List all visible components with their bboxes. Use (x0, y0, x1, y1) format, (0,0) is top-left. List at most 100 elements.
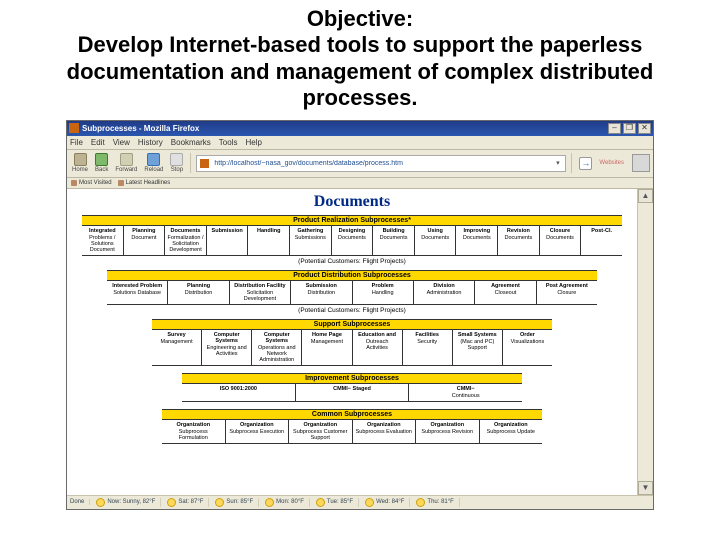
process-cell[interactable]: ISO 9001:2000 (182, 384, 296, 401)
cell-subtitle: Subprocess Formulation (164, 429, 223, 441)
cell-subtitle: Solicitation Development (232, 290, 288, 302)
cell-subtitle: Administration (416, 290, 472, 296)
menu-view[interactable]: View (113, 138, 130, 147)
menu-file[interactable]: File (70, 138, 83, 147)
weather-segment: Sun: 85°F (215, 498, 259, 507)
process-cell[interactable]: Post-Cl. (581, 226, 622, 255)
process-cell[interactable]: Submission (207, 226, 249, 255)
nav-stop-button[interactable]: Stop (168, 152, 185, 174)
menu-history[interactable]: History (138, 138, 163, 147)
sun-icon (416, 498, 425, 507)
section-header: Product Distribution Subprocesses (107, 271, 597, 281)
scroll-up-button[interactable]: ▲ (638, 189, 653, 203)
process-cell[interactable]: Interested ProblemSolutions Database (107, 281, 168, 304)
process-cell[interactable]: OrganizationSubprocess Update (480, 420, 543, 443)
process-cell[interactable]: OrderVisualizations (503, 330, 552, 365)
cell-title: Improving (458, 228, 495, 234)
cell-title: Planning (170, 283, 226, 289)
menu-help[interactable]: Help (245, 138, 261, 147)
menu-bookmarks[interactable]: Bookmarks (171, 138, 211, 147)
cell-title: ISO 9001:2000 (184, 386, 293, 392)
cell-subtitle: Management (154, 339, 199, 345)
process-cell[interactable]: FacilitiesSecurity (403, 330, 453, 365)
back-icon (95, 153, 108, 166)
process-cell[interactable]: DivisionAdministration (414, 281, 475, 304)
process-cell[interactable]: Handling (248, 226, 290, 255)
process-cell[interactable]: RevisionDocuments (498, 226, 540, 255)
process-cell[interactable]: PlanningDistribution (168, 281, 229, 304)
vertical-scrollbar[interactable]: ▲ ▼ (637, 189, 653, 495)
bookmark-item[interactable]: Latest Headlines (118, 180, 171, 186)
process-cell[interactable]: Education andOutreach Activities (353, 330, 403, 365)
process-cell[interactable]: Distribution FacilitySolicitation Develo… (230, 281, 291, 304)
cell-title: Closure (542, 228, 579, 234)
nav-back-button[interactable]: Back (93, 152, 110, 174)
cell-title: Small Systems (455, 332, 500, 338)
cell-subtitle: (Mac and PC) Support (455, 339, 500, 351)
nav-reload-button[interactable]: Reload (142, 152, 165, 174)
section-header: Common Subprocesses (162, 410, 542, 420)
weather-text: Mon: 80°F (276, 499, 304, 505)
menu-tools[interactable]: Tools (219, 138, 238, 147)
maximize-button[interactable]: ❐ (623, 123, 636, 134)
process-cell[interactable]: OrganizationSubprocess Formulation (162, 420, 226, 443)
address-bar[interactable]: ▾ (196, 155, 566, 172)
bookmark-icon (118, 180, 124, 186)
cell-title: Submission (293, 283, 349, 289)
section-caption: (Potential Customers: Flight Projects) (73, 258, 631, 265)
process-cell[interactable]: IntegratedProblems / Solutions Document (82, 226, 124, 255)
process-cell[interactable]: OrganizationSubprocess Execution (226, 420, 290, 443)
cell-title: Order (505, 332, 550, 338)
cell-title: Survey (154, 332, 199, 338)
process-cell[interactable]: DocumentsFormalization / Solicitation De… (165, 226, 207, 255)
toolbar-separator (190, 153, 191, 173)
section-improvement: Improvement SubprocessesISO 9001:2000CMM… (182, 373, 522, 402)
process-cell[interactable]: ProblemHandling (353, 281, 414, 304)
cell-subtitle: Documents (375, 235, 412, 241)
process-cell[interactable]: ImprovingDocuments (456, 226, 498, 255)
cell-title: Organization (164, 422, 223, 428)
process-cell[interactable]: GatheringSubmissions (290, 226, 332, 255)
process-cell[interactable]: Computer SystemsOperations and Network A… (252, 330, 302, 365)
process-cell[interactable]: AgreementCloseout (475, 281, 536, 304)
go-button[interactable]: → (577, 156, 594, 171)
process-cell[interactable]: BuildingDocuments (373, 226, 415, 255)
section-product-distribution: Product Distribution SubprocessesInteres… (107, 270, 597, 305)
cell-subtitle: Distribution (293, 290, 349, 296)
process-cell[interactable]: OrganizationSubprocess Revision (416, 420, 480, 443)
process-cell[interactable]: SubmissionDistribution (291, 281, 352, 304)
process-cell[interactable]: Small Systems(Mac and PC) Support (453, 330, 503, 365)
process-cell[interactable]: SurveyManagement (152, 330, 202, 365)
process-cell[interactable]: OrganizationSubprocess Evaluation (353, 420, 417, 443)
process-cell[interactable]: CMMI− Staged (296, 384, 410, 401)
process-cell[interactable]: Computer SystemsEngineering and Activiti… (202, 330, 252, 365)
bookmark-item[interactable]: Most Visited (71, 180, 112, 186)
process-cell[interactable]: OrganizationSubprocess Customer Support (289, 420, 353, 443)
cell-subtitle: Subprocess Customer Support (291, 429, 350, 441)
process-cell[interactable]: PlanningDocument (124, 226, 166, 255)
cell-title: Documents (167, 228, 204, 234)
section-row: Interested ProblemSolutions DatabasePlan… (107, 281, 597, 304)
minimize-button[interactable]: – (608, 123, 621, 134)
process-cell[interactable]: ClosureDocuments (540, 226, 582, 255)
cell-subtitle: Security (405, 339, 450, 345)
scroll-track[interactable] (638, 203, 653, 481)
url-input[interactable] (212, 159, 550, 168)
url-dropdown-icon[interactable]: ▾ (553, 159, 562, 167)
cell-title: Interested Problem (109, 283, 165, 289)
scroll-down-button[interactable]: ▼ (638, 481, 653, 495)
process-cell[interactable]: Post AgreementClosure (537, 281, 597, 304)
process-cell[interactable]: CMMI−Continuous (409, 384, 522, 401)
section-row: ISO 9001:2000CMMI− StagedCMMI−Continuous (182, 384, 522, 401)
cell-subtitle: Subprocess Execution (228, 429, 287, 435)
weather-segment: Thu: 81°F (416, 498, 459, 507)
process-cell[interactable]: UsingDocuments (415, 226, 457, 255)
process-cell[interactable]: Home PageManagement (302, 330, 352, 365)
nav-forward-button[interactable]: Forward (113, 152, 139, 174)
nav-home-button[interactable]: Home (70, 152, 90, 174)
close-button[interactable]: ✕ (638, 123, 651, 134)
websites-button[interactable]: Websites (597, 159, 626, 167)
menu-edit[interactable]: Edit (91, 138, 105, 147)
process-cell[interactable]: DesigningDocuments (332, 226, 374, 255)
home-icon (74, 153, 87, 166)
